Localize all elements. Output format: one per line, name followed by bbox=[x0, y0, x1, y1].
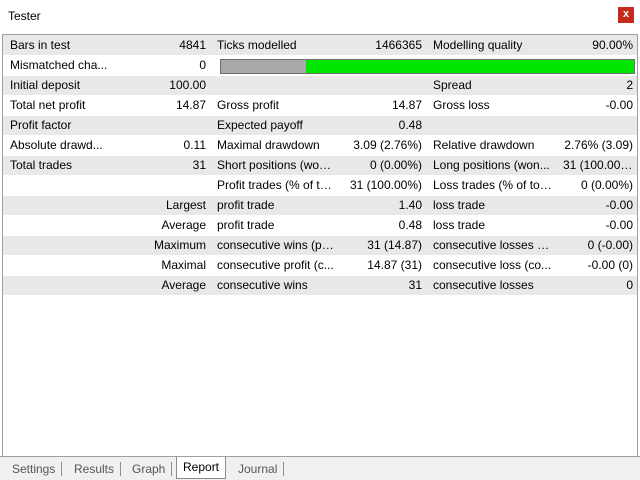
label-average-profit-trade: profit trade bbox=[210, 215, 338, 236]
table-row: Average profit trade 0.48 loss trade -0.… bbox=[3, 215, 637, 236]
window-title: Tester bbox=[8, 9, 41, 23]
label-maximal-consecutive-loss: consecutive loss (co... bbox=[426, 255, 556, 276]
tab-graph[interactable]: Graph bbox=[126, 462, 173, 476]
close-button[interactable]: x bbox=[618, 7, 634, 23]
quality-bar-grey-segment bbox=[221, 59, 306, 73]
label-initial-deposit: Initial deposit bbox=[10, 78, 81, 92]
table-row: Profit trades (% of to... 31 (100.00%) L… bbox=[3, 175, 637, 196]
tab-bar: Settings Results Graph Report Journal bbox=[0, 456, 640, 480]
label-max-consecutive-losses: consecutive losses (l... bbox=[426, 235, 556, 256]
label-absolute-drawdown: Absolute drawd... bbox=[10, 138, 103, 152]
tab-report[interactable]: Report bbox=[176, 457, 227, 479]
label-average-loss-trade: loss trade bbox=[426, 215, 556, 236]
value-max-consecutive-wins: 31 (14.87) bbox=[338, 235, 426, 256]
label-gross-profit: Gross profit bbox=[210, 95, 338, 116]
label-maximal-drawdown: Maximal drawdown bbox=[210, 135, 338, 156]
title-bar: Tester x bbox=[0, 0, 640, 32]
label-short-positions: Short positions (won... bbox=[210, 155, 338, 176]
label-largest: Largest bbox=[3, 195, 210, 216]
value-expected-payoff: 0.48 bbox=[338, 115, 426, 136]
table-row: Maximal consecutive profit (c... 14.87 (… bbox=[3, 255, 637, 276]
label-ticks-modelled: Ticks modelled bbox=[210, 35, 338, 56]
label-modelling-quality: Modelling quality bbox=[426, 35, 556, 56]
table-row: Largest profit trade 1.40 loss trade -0.… bbox=[3, 195, 637, 216]
report-panel: Bars in test 4841 Ticks modelled 1466365 … bbox=[2, 34, 638, 456]
value-total-net-profit: 14.87 bbox=[175, 98, 206, 112]
label-maximal-consecutive-profit: consecutive profit (c... bbox=[210, 255, 338, 276]
table-row: Mismatched cha... 0 bbox=[3, 55, 637, 76]
value-modelling-quality: 90.00% bbox=[556, 35, 637, 56]
table-row: Total net profit 14.87 Gross profit 14.87… bbox=[3, 95, 637, 116]
label-gross-loss: Gross loss bbox=[426, 95, 556, 116]
value-maximal-drawdown: 3.09 (2.76%) bbox=[338, 135, 426, 156]
label-largest-loss-trade: loss trade bbox=[426, 195, 556, 216]
value-largest-loss-trade: -0.00 bbox=[556, 195, 637, 216]
value-profit-trades: 31 (100.00%) bbox=[338, 175, 426, 196]
value-total-trades: 31 bbox=[192, 158, 206, 172]
value-absolute-drawdown: 0.11 bbox=[183, 138, 206, 152]
close-icon: x bbox=[622, 8, 630, 20]
value-gross-loss: -0.00 bbox=[556, 95, 637, 116]
quality-bar-green-segment bbox=[305, 59, 634, 73]
label-loss-trades: Loss trades (% of tot... bbox=[426, 175, 556, 196]
value-ticks-modelled: 1466365 bbox=[338, 35, 426, 56]
value-maximal-consecutive-profit: 14.87 (31) bbox=[338, 255, 426, 276]
value-loss-trades: 0 (0.00%) bbox=[556, 175, 637, 196]
value-short-positions: 0 (0.00%) bbox=[338, 155, 426, 176]
value-initial-deposit: 100.00 bbox=[169, 78, 206, 92]
value-bars-in-test: 4841 bbox=[179, 37, 206, 52]
label-average: Average bbox=[3, 215, 210, 236]
label-maximum: Maximum bbox=[3, 235, 210, 256]
report-table: Bars in test 4841 Ticks modelled 1466365 … bbox=[3, 35, 637, 296]
value-relative-drawdown: 2.76% (3.09) bbox=[556, 135, 637, 156]
label-average-consecutive-wins: consecutive wins bbox=[210, 275, 338, 296]
label-profit-factor: Profit factor bbox=[3, 115, 210, 136]
label-max-consecutive-wins: consecutive wins (pr... bbox=[210, 235, 338, 256]
value-largest-profit-trade: 1.40 bbox=[338, 195, 426, 216]
value-long-positions: 31 (100.00%) bbox=[556, 155, 637, 176]
tab-journal[interactable]: Journal bbox=[232, 462, 285, 476]
tab-results[interactable]: Results bbox=[68, 462, 122, 476]
table-row: Total trades 31 Short positions (won... 0… bbox=[3, 155, 637, 176]
label-largest-profit-trade: profit trade bbox=[210, 195, 338, 216]
tab-settings[interactable]: Settings bbox=[6, 462, 63, 476]
value-spread: 2 bbox=[556, 75, 637, 96]
value-average-profit-trade: 0.48 bbox=[338, 215, 426, 236]
label-total-trades: Total trades bbox=[10, 158, 73, 172]
label-maximal: Maximal bbox=[3, 255, 210, 276]
value-average-loss-trade: -0.00 bbox=[556, 215, 637, 236]
label-relative-drawdown: Relative drawdown bbox=[426, 135, 556, 156]
label-long-positions: Long positions (won... bbox=[426, 155, 556, 176]
label-mismatched: Mismatched cha... 0 bbox=[3, 55, 210, 76]
label-spread: Spread bbox=[426, 75, 556, 96]
table-row: Average consecutive wins 31 consecutive … bbox=[3, 275, 637, 296]
table-row: Absolute drawd... 0.11 Maximal drawdown 3… bbox=[3, 135, 637, 156]
label-average-consecutive-losses: consecutive losses bbox=[426, 275, 556, 296]
table-row: Initial deposit 100.00 Spread 2 bbox=[3, 75, 637, 96]
table-row: Maximum consecutive wins (pr... 31 (14.8… bbox=[3, 235, 637, 256]
label-expected-payoff: Expected payoff bbox=[210, 115, 338, 136]
value-mismatched: 0 bbox=[199, 58, 206, 72]
value-max-consecutive-losses: 0 (-0.00) bbox=[556, 235, 637, 256]
label-profit-trades: Profit trades (% of to... bbox=[210, 175, 338, 196]
label-total-net-profit: Total net profit bbox=[10, 98, 86, 112]
table-row: Profit factor Expected payoff 0.48 bbox=[3, 115, 637, 136]
table-row: Bars in test 4841 Ticks modelled 1466365 … bbox=[3, 35, 637, 56]
value-gross-profit: 14.87 bbox=[338, 95, 426, 116]
modelling-quality-bar bbox=[220, 58, 635, 74]
value-average-consecutive-wins: 31 bbox=[338, 275, 426, 296]
label-bars-in-test: Bars in test 4841 bbox=[3, 35, 210, 56]
value-maximal-consecutive-loss: -0.00 (0) bbox=[556, 255, 637, 276]
label-average-consecutive: Average bbox=[3, 275, 210, 296]
value-average-consecutive-losses: 0 bbox=[556, 275, 637, 296]
